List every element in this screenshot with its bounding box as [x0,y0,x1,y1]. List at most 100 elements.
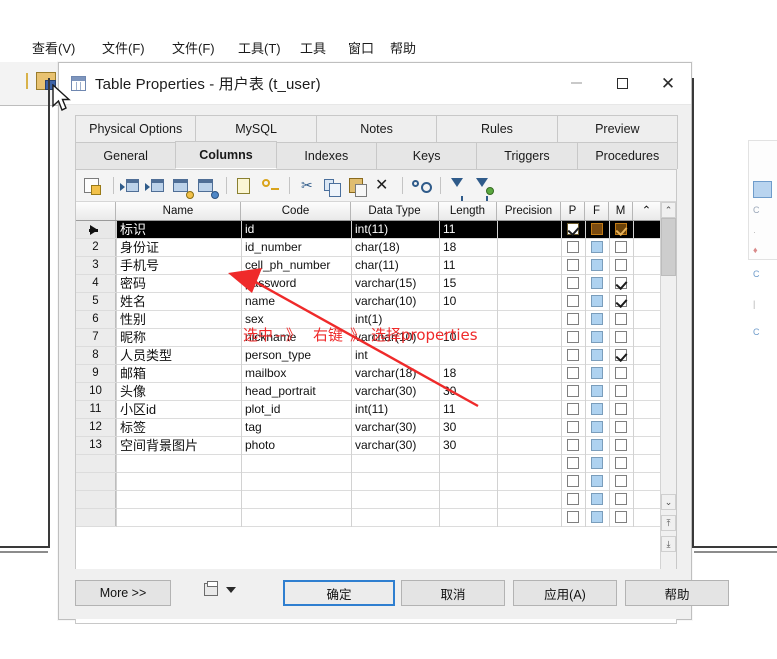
cell-f[interactable] [585,275,609,292]
checkbox-m[interactable] [615,439,627,451]
minimize-button[interactable] [553,63,599,103]
delete-icon[interactable]: ✕ [371,175,393,197]
row-number-cell[interactable]: 13 [76,437,116,454]
cell-length[interactable]: 30 [443,437,495,454]
cell-code[interactable]: sex [245,311,349,328]
table-row[interactable]: 标识 id int(11) 11 [76,221,676,239]
cell-code[interactable]: tag [245,419,349,436]
cell-m[interactable] [609,311,633,328]
checkbox-p[interactable] [567,331,579,343]
chevron-down-icon[interactable] [226,586,236,593]
cell-name[interactable]: 小区id [120,401,239,418]
cell-precision[interactable] [501,293,559,310]
row-number-cell[interactable]: 8 [76,347,116,364]
checkbox-p[interactable] [567,349,579,361]
apply-filter-icon[interactable] [472,175,494,201]
scroll-top-button[interactable]: ⤒ [661,515,676,531]
table-row[interactable]: 4 密码 password varchar(15) 15 [76,275,676,293]
scroll-bottom-button[interactable]: ⤓ [661,536,676,552]
checkbox-p[interactable] [567,277,579,289]
cell-p[interactable] [561,419,585,436]
cell-length[interactable]: 18 [443,365,495,382]
row-number-cell[interactable]: 11 [76,401,116,418]
cell-code[interactable]: cell_ph_number [245,257,349,274]
checkbox-f[interactable] [591,259,603,271]
cell-length[interactable]: 11 [443,221,495,238]
tab-rules[interactable]: Rules [436,115,558,142]
cell-data_type[interactable] [355,491,437,508]
grid-header-length[interactable]: Length [439,202,497,220]
cut-icon[interactable]: ✂ [296,175,318,197]
print-button-group[interactable] [204,581,236,596]
cell-length[interactable] [443,347,495,364]
checkbox-m[interactable] [615,313,627,325]
table-row[interactable]: 9 邮箱 mailbox varchar(18) 18 [76,365,676,383]
grid-header-m[interactable]: M [609,202,633,220]
cell-length[interactable]: 11 [443,401,495,418]
cell-data_type[interactable]: varchar(30) [355,437,437,454]
cell-f[interactable] [585,257,609,274]
columns-grid[interactable]: Name Code Data Type Length Precision P F M ⌃ 标识 i… [76,202,676,592]
checkbox-p[interactable] [567,223,579,235]
scroll-up-button[interactable]: ⌃ [661,202,676,218]
cell-data_type[interactable]: varchar(10) [355,293,437,310]
cell-data_type[interactable] [355,509,437,526]
menu-item-window[interactable]: 窗口 [348,38,374,57]
cell-length[interactable]: 15 [443,275,495,292]
cell-data_type[interactable]: varchar(15) [355,275,437,292]
checkbox-f[interactable] [591,313,603,325]
checkbox-p[interactable] [567,295,579,307]
side-panel-item-0[interactable] [753,181,772,198]
cell-name[interactable]: 标识 [120,221,239,238]
cell-name[interactable]: 昵称 [120,329,239,346]
table-row[interactable] [76,455,676,473]
cell-m[interactable] [609,365,633,382]
cell-precision[interactable] [501,275,559,292]
cell-name[interactable]: 邮箱 [120,365,239,382]
maximize-button[interactable] [599,63,645,103]
grid-header-name[interactable]: Name [116,202,241,220]
add-column-icon[interactable] [170,175,194,199]
more-button[interactable]: More >> [75,580,171,606]
apply-button[interactable]: 应用(A) [513,580,617,606]
cell-code[interactable]: nickname [245,329,349,346]
checkbox-m[interactable] [615,349,627,361]
cell-p[interactable] [561,473,585,490]
checkbox-p[interactable] [567,475,579,487]
cell-data_type[interactable]: varchar(30) [355,419,437,436]
cell-code[interactable]: mailbox [245,365,349,382]
cell-f[interactable] [585,401,609,418]
checkbox-f[interactable] [591,511,603,523]
cell-code[interactable]: name [245,293,349,310]
cell-name[interactable]: 头像 [120,383,239,400]
cell-f[interactable] [585,455,609,472]
row-number-cell[interactable] [76,455,116,472]
cell-p[interactable] [561,491,585,508]
cell-name[interactable]: 密码 [120,275,239,292]
cell-p[interactable] [561,257,585,274]
row-number-cell[interactable]: 6 [76,311,116,328]
cell-name[interactable] [120,473,239,490]
cell-p[interactable] [561,455,585,472]
row-number-cell[interactable]: 4 [76,275,116,292]
cell-code[interactable]: person_type [245,347,349,364]
table-row[interactable]: 3 手机号 cell_ph_number char(11) 11 [76,257,676,275]
cell-name[interactable]: 空间背景图片 [120,437,239,454]
cell-data_type[interactable]: int(11) [355,221,437,238]
cell-name[interactable]: 手机号 [120,257,239,274]
checkbox-m[interactable] [615,331,627,343]
checkbox-m[interactable] [615,457,627,469]
checkbox-f[interactable] [591,493,603,505]
cell-length[interactable]: 11 [443,257,495,274]
properties-icon[interactable] [82,175,104,197]
table-row[interactable]: 8 人员类型 person_type int [76,347,676,365]
tab-notes[interactable]: Notes [315,115,438,142]
checkbox-f[interactable] [591,403,603,415]
cell-m[interactable] [609,293,633,310]
cell-precision[interactable] [501,491,559,508]
checkbox-p[interactable] [567,439,579,451]
grid-header-scroll-corner[interactable]: ⌃ [633,202,660,220]
row-number-cell[interactable]: 10 [76,383,116,400]
insert-row-icon[interactable] [120,175,142,197]
menu-item-file-2[interactable]: 文件(F) [172,38,215,57]
